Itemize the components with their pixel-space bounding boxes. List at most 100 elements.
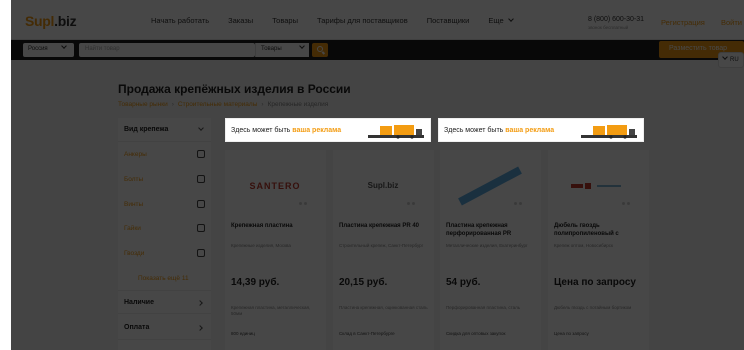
option-label: Гайки bbox=[124, 225, 141, 232]
nav-orders[interactable]: Заказы bbox=[228, 16, 253, 25]
nav-goods[interactable]: Товары bbox=[272, 16, 298, 25]
dowel-image bbox=[571, 182, 621, 189]
product-note: 800 единиц bbox=[231, 331, 255, 336]
nav-more[interactable]: Еще bbox=[488, 16, 514, 25]
phone-caption: звонок бесплатный bbox=[588, 25, 629, 30]
product-description: Дюбель гвоздь с потайным бортиком bbox=[554, 305, 632, 310]
product-note: Склад в Санкт-Петербурге bbox=[339, 331, 395, 336]
image-pager bbox=[407, 202, 417, 205]
product-brand-label: SANTERO bbox=[249, 180, 301, 191]
product-description: Перфорированная пластина, сталь bbox=[446, 305, 521, 310]
ad-prefix: Здесь может быть bbox=[444, 127, 506, 134]
truck-icon bbox=[368, 125, 424, 139]
ad-prefix: Здесь может быть bbox=[231, 127, 293, 134]
category-value: Товары bbox=[261, 46, 282, 52]
checkbox[interactable] bbox=[197, 200, 205, 208]
search-button[interactable] bbox=[312, 43, 328, 57]
product-card[interactable]: Supl.biz Пластина крепежная PR 40 Строит… bbox=[333, 150, 434, 350]
filter-title: Вид крепежа bbox=[124, 126, 169, 133]
filter-title: Оплата bbox=[124, 324, 150, 331]
breadcrumb-building-materials[interactable]: Строительные материалы bbox=[178, 101, 257, 108]
product-meta: Металлические изделия, Екатеринбург bbox=[446, 243, 528, 248]
search-category-select[interactable]: Товары bbox=[255, 43, 309, 57]
perforated-plate-image bbox=[458, 166, 522, 205]
chevron-down-icon bbox=[198, 125, 204, 131]
logo-main: Supl bbox=[25, 13, 55, 29]
product-price: Цена по запросу bbox=[554, 277, 636, 288]
chevron-down-icon bbox=[60, 43, 67, 49]
breadcrumb-separator: › bbox=[171, 101, 174, 108]
breadcrumb-separator: › bbox=[261, 101, 264, 108]
image-pager bbox=[299, 202, 309, 205]
product-title[interactable]: Дюбель гвоздь полипропиленовый с bbox=[554, 222, 644, 238]
search-bar: Россия Найти товар Товары Разместить тов… bbox=[11, 40, 744, 60]
phone-number[interactable]: 8 (800) 600-30-31 bbox=[588, 16, 644, 23]
product-card[interactable]: Пластина крепежная перфорированная PR Ме… bbox=[440, 150, 541, 350]
filters-sidebar: Вид крепежа Анкеры Болты Винты Гайки Гво… bbox=[118, 118, 211, 350]
language-value: RU bbox=[730, 57, 739, 63]
page-title: Продажа крепёжных изделия в России bbox=[118, 82, 351, 96]
product-note: Цена по запросу bbox=[554, 331, 589, 336]
product-brand-label: Supl.biz bbox=[367, 181, 399, 190]
product-note: Скидка для оптовых закупок bbox=[446, 331, 506, 336]
nav-suppliers[interactable]: Поставщики bbox=[427, 16, 470, 25]
show-more-filters-link[interactable]: Показать ещё 11 bbox=[138, 275, 189, 282]
chevron-down-icon bbox=[507, 16, 514, 22]
checkbox[interactable] bbox=[197, 175, 205, 183]
product-meta: Крепеж оптом, Новосибирск bbox=[554, 243, 613, 248]
product-title[interactable]: Пластина крепежная PR 40 bbox=[339, 222, 429, 230]
product-description: Пластина крепежная, оцинкованная сталь bbox=[339, 305, 428, 310]
main-nav: Начать работать Заказы Товары Тарифы для… bbox=[151, 16, 532, 25]
breadcrumb-markets[interactable]: Товарные рынки bbox=[118, 101, 168, 108]
page: Supl.biz Начать работать Заказы Товары Т… bbox=[11, 0, 744, 350]
checkbox[interactable] bbox=[197, 150, 205, 158]
product-price: 54 руб. bbox=[446, 277, 481, 288]
checkbox[interactable] bbox=[197, 224, 205, 232]
option-label: Анкеры bbox=[124, 151, 147, 158]
image-pager bbox=[622, 202, 632, 205]
language-select[interactable]: RU bbox=[718, 52, 744, 68]
product-title[interactable]: Пластина крепежная перфорированная PR bbox=[446, 222, 536, 238]
option-label: Болты bbox=[124, 176, 144, 183]
region-select[interactable]: Россия bbox=[23, 43, 74, 57]
chevron-down-icon bbox=[298, 43, 305, 49]
breadcrumb: Товарные рынки › Строительные материалы › Кр… bbox=[118, 101, 328, 108]
product-title[interactable]: Крепежная пластина bbox=[231, 222, 321, 230]
register-link[interactable]: Регистрация bbox=[661, 18, 705, 27]
ad-text: Здесь может быть ваша реклама bbox=[231, 127, 341, 134]
chevron-right-icon bbox=[197, 325, 203, 331]
filter-availability[interactable]: Наличие bbox=[118, 290, 211, 314]
nav-start[interactable]: Начать работать bbox=[151, 16, 209, 25]
product-meta: Крепежные изделия, Москва bbox=[231, 243, 291, 248]
ad-highlight: ваша реклама bbox=[505, 127, 555, 134]
filter-fastener-type[interactable]: Вид крепежа bbox=[118, 118, 211, 142]
nav-tariffs[interactable]: Тарифы для поставщиков bbox=[317, 16, 408, 25]
filter-option-anchors[interactable]: Анкеры bbox=[118, 145, 211, 165]
logo-tld: .biz bbox=[54, 13, 77, 29]
search-input[interactable]: Найти товар bbox=[79, 43, 255, 57]
option-label: Винты bbox=[124, 201, 144, 208]
login-link[interactable]: Войти bbox=[721, 18, 742, 27]
ad-banner[interactable]: Здесь может быть ваша реклама bbox=[225, 118, 431, 142]
product-card[interactable]: Дюбель гвоздь полипропиленовый с Крепеж … bbox=[548, 150, 649, 350]
product-card[interactable]: SANTERO Крепежная пластина Крепежные изд… bbox=[225, 150, 326, 350]
chevron-right-icon bbox=[197, 300, 203, 306]
filter-option-bolts[interactable]: Болты bbox=[118, 170, 211, 190]
product-meta: Строительный крепеж, Санкт-Петербург bbox=[339, 243, 424, 248]
search-placeholder: Найти товар bbox=[85, 46, 120, 52]
filter-option-screws[interactable]: Винты bbox=[118, 195, 211, 215]
product-description: Крепежная пластина, металлическая, 50мм bbox=[231, 305, 311, 316]
filter-option-nails[interactable]: Гвозди bbox=[118, 244, 211, 264]
filter-option-nuts[interactable]: Гайки bbox=[118, 219, 211, 239]
chevron-down-icon bbox=[722, 54, 728, 60]
ad-highlight: ваша реклама bbox=[292, 127, 342, 134]
logo[interactable]: Supl.biz bbox=[25, 13, 77, 29]
breadcrumb-current: Крепежные изделия bbox=[267, 101, 329, 108]
ad-banner[interactable]: Здесь может быть ваша реклама bbox=[438, 118, 644, 142]
ad-text: Здесь может быть ваша реклама bbox=[444, 127, 554, 134]
filter-payment[interactable]: Оплата bbox=[118, 316, 211, 340]
filter-title: Наличие bbox=[124, 299, 154, 306]
image-pager bbox=[514, 202, 524, 205]
checkbox[interactable] bbox=[197, 249, 205, 257]
truck-icon bbox=[581, 125, 637, 139]
